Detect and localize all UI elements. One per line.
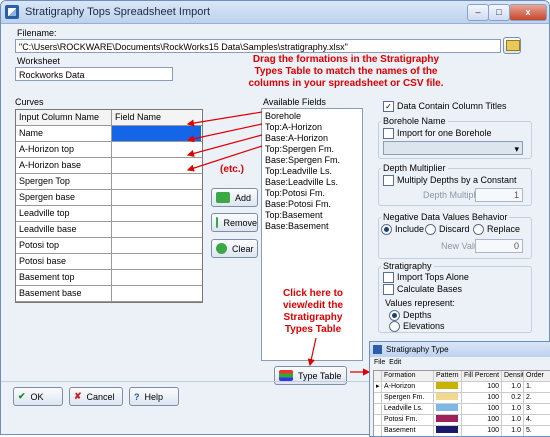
formation-name: Leadville Ls. [382,404,434,414]
popup-title-bar: Stratigraphy Type [370,342,550,357]
col-order: Order [524,371,550,381]
col-density: Density [504,371,524,381]
col-pattern: Pattern [434,371,462,381]
fill-percent: 100 [462,415,502,425]
app-icon [373,345,382,354]
arrow-line [307,337,317,367]
table-row[interactable]: ▸ A-Horizon 100 1.0 1. [374,382,550,393]
formation-name: Spergen Fm. [382,393,434,403]
order: 1. [524,382,550,392]
formation-name: Potosi Fm. [382,415,434,425]
order: 4. [524,415,550,425]
table-row[interactable]: Spergen Fm. 100 0.2 2. [374,393,550,404]
density: 1.0 [502,382,524,392]
table-row[interactable]: Leadville Ls. 100 1.0 3. [374,404,550,415]
fill-percent: 100 [462,393,502,403]
type-table[interactable]: FormationPatternFill PercentDensityOrder… [373,370,550,436]
stratigraphy-type-window: Stratigraphy Type File Edit Formation Pat… [369,341,550,437]
menu-edit[interactable]: Edit [389,359,401,366]
pattern-swatch [436,393,458,401]
density: 0.2 [502,393,524,403]
type-table-header: FormationPatternFill PercentDensityOrder [374,371,550,382]
order: 3. [524,404,550,414]
formation-name: A-Horizon [382,382,434,392]
pattern-swatch [436,382,458,390]
fill-percent: 100 [462,382,502,392]
density: 1.0 [502,415,524,425]
arrow-line [186,111,263,127]
density: 1.0 [502,404,524,414]
table-row[interactable]: Basement 100 1.0 5. [374,426,550,436]
pattern-swatch [436,415,458,423]
popup-menu-bar: File Edit [370,357,550,368]
pattern-swatch [436,404,458,412]
menu-file[interactable]: File [374,359,385,366]
fill-percent: 100 [462,404,502,414]
arrow-line [186,145,263,172]
pattern-swatch [436,426,458,434]
table-row[interactable]: Potosi Fm. 100 1.0 4. [374,415,550,426]
popup-title: Stratigraphy Type [386,345,449,354]
col-formation: Formation [382,371,434,381]
col-fill: Fill Percent [462,371,502,381]
order: 2. [524,393,550,403]
